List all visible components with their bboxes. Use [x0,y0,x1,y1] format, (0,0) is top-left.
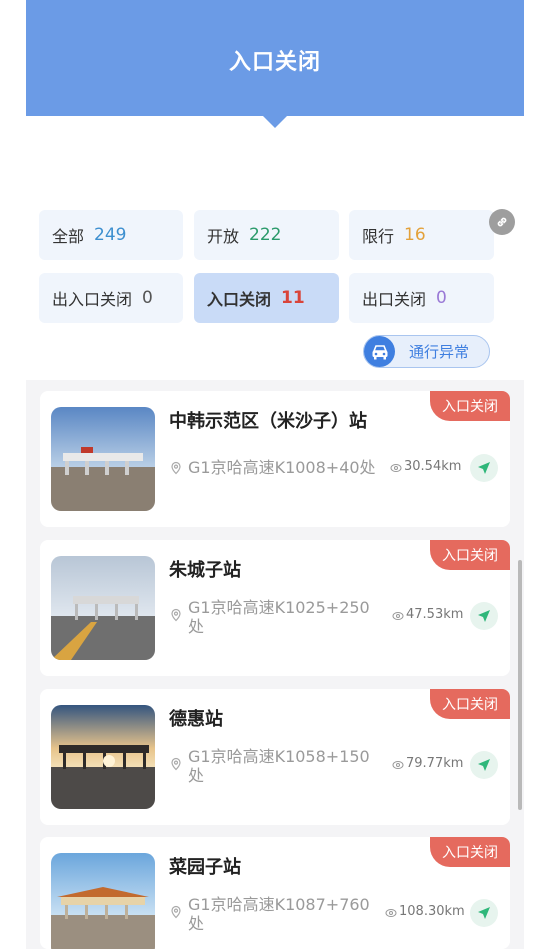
location-pin-icon [171,608,181,622]
location-pin-icon [171,757,181,771]
filter-all[interactable]: 全部 249 [39,210,183,260]
navigate-icon [478,610,490,622]
filter-label: 开放 [207,227,240,246]
station-name: 中韩示范区（米沙子）站 [169,411,367,432]
link-button[interactable] [489,209,515,235]
filter-label: 入口关闭 [207,290,272,309]
station-distance: 108.30km [399,904,465,919]
filter-count: 0 [142,288,153,308]
scrollbar[interactable] [518,560,522,810]
status-badge: 入口关闭 [430,540,510,570]
station-photo [51,705,155,809]
navigate-button[interactable] [470,602,498,630]
navigate-button[interactable] [470,454,498,482]
filter-count: 16 [404,225,426,245]
status-badge: 入口关闭 [430,837,510,867]
station-card[interactable]: 中韩示范区（米沙子）站 G1京哈高速K1008+40处 30.54km 入口关闭 [40,391,510,527]
page-title: 入口关闭 [228,50,321,75]
status-badge: 入口关闭 [430,689,510,719]
station-address: G1京哈高速K1087+760处 [188,895,370,933]
location-pin-icon [171,905,181,919]
station-photo [51,853,155,949]
station-name: 朱城子站 [169,560,241,581]
filter-count: 249 [94,225,127,245]
station-address: G1京哈高速K1008+40处 [188,458,376,477]
navigate-icon [478,907,490,919]
filter-restricted[interactable]: 限行 16 [349,210,494,260]
station-distance: 30.54km [404,459,462,474]
station-card[interactable]: 朱城子站 G1京哈高速K1025+250处 47.53km 入口关闭 [40,540,510,676]
station-distance: 79.77km [406,756,464,771]
station-name: 菜园子站 [169,857,241,878]
station-photo [51,556,155,660]
eye-icon [390,464,402,472]
filter-label: 全部 [52,227,85,246]
filter-open[interactable]: 开放 222 [194,210,339,260]
station-card[interactable]: 德惠站 G1京哈高速K1058+150处 79.77km 入口关闭 [40,689,510,825]
filter-count: 0 [436,288,447,308]
navigate-icon [478,759,490,771]
filter-count: 222 [249,225,282,245]
navigate-icon [478,462,490,474]
station-address: G1京哈高速K1025+250处 [188,598,370,636]
eye-icon [392,612,404,620]
car-icon [364,336,395,367]
filter-label: 限行 [362,227,395,246]
filter-exit-closed[interactable]: 出口关闭 0 [349,273,494,323]
filter-entry-exit-closed[interactable]: 出入口关闭 0 [39,273,183,323]
filter-entry-closed[interactable]: 入口关闭 11 [194,273,339,323]
station-photo [51,407,155,511]
filter-label: 出口关闭 [362,290,427,309]
station-distance: 47.53km [406,607,464,622]
station-address: G1京哈高速K1058+150处 [188,747,370,785]
header-banner: 入口关闭 [26,0,524,116]
location-pin-icon [171,461,181,475]
filter-label: 出入口关闭 [52,290,133,309]
navigate-button[interactable] [470,751,498,779]
eye-icon [385,909,397,917]
station-name: 德惠站 [169,709,223,730]
station-card[interactable]: 菜园子站 G1京哈高速K1087+760处 108.30km 入口关闭 [40,837,510,949]
navigate-button[interactable] [470,899,498,927]
eye-icon [392,761,404,769]
traffic-anomaly-button[interactable]: 通行异常 [363,335,490,368]
filter-count: 11 [281,288,305,308]
status-badge: 入口关闭 [430,391,510,421]
banner-pointer [262,115,288,128]
link-icon [497,217,507,227]
traffic-anomaly-label: 通行异常 [409,343,470,361]
page: 入口关闭 全部 249 开放 222 限行 16 出入口关闭 0 入口关闭 11… [0,0,550,949]
